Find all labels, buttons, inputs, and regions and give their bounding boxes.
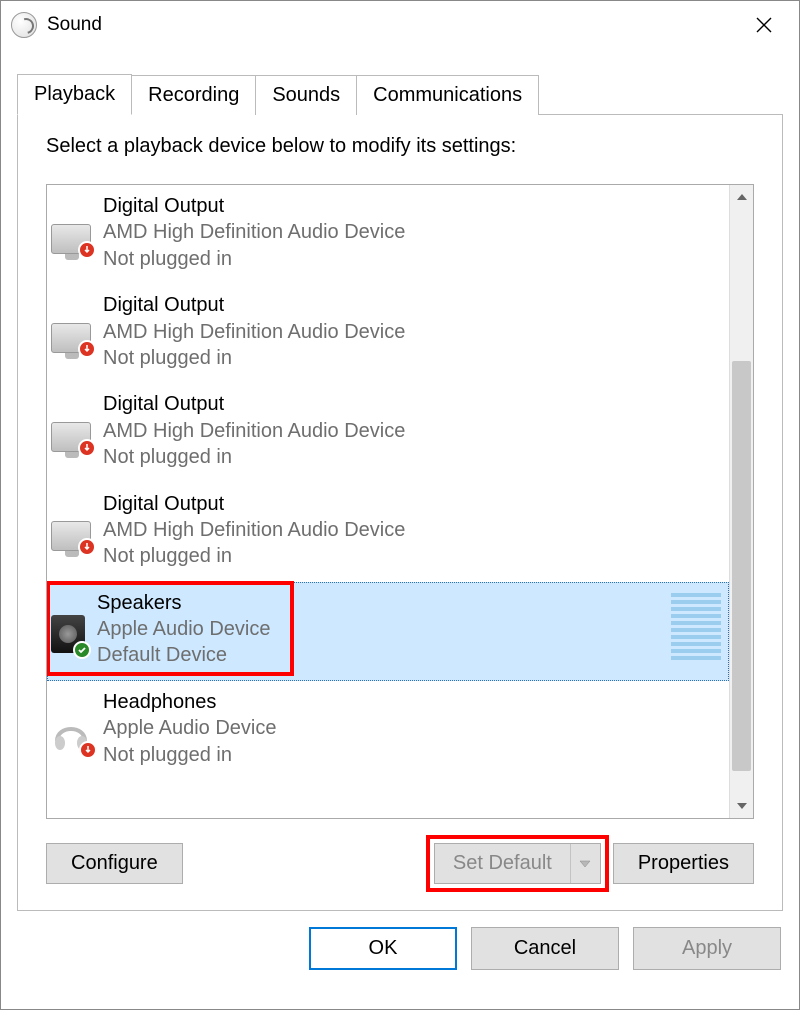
dropdown-arrow-icon[interactable] — [570, 844, 600, 883]
device-description: Apple Audio Device — [97, 616, 270, 642]
set-default-button[interactable]: Set Default — [434, 843, 601, 884]
monitor-icon — [51, 521, 91, 551]
sound-dialog: Sound Playback Recording Sounds Communic… — [0, 0, 800, 1010]
scrollbar-track[interactable] — [730, 209, 753, 794]
device-name: Headphones — [103, 689, 276, 715]
device-name: Digital Output — [103, 391, 405, 417]
speaker-icon — [51, 615, 85, 653]
unplugged-badge-icon — [79, 741, 97, 759]
list-item[interactable]: Digital Output AMD High Definition Audio… — [47, 483, 729, 582]
set-default-label: Set Default — [435, 844, 570, 883]
audio-level-meter — [671, 592, 721, 660]
list-item[interactable]: Digital Output AMD High Definition Audio… — [47, 185, 729, 284]
device-name: Digital Output — [103, 491, 405, 517]
list-item[interactable]: Digital Output AMD High Definition Audio… — [47, 383, 729, 482]
monitor-icon — [51, 323, 91, 353]
sound-app-icon — [11, 12, 37, 38]
device-name: Digital Output — [103, 193, 405, 219]
device-status: Not plugged in — [103, 543, 405, 569]
device-name: Digital Output — [103, 292, 405, 318]
unplugged-badge-icon — [78, 439, 96, 457]
device-status: Not plugged in — [103, 345, 405, 371]
default-badge-icon — [73, 641, 91, 659]
tab-panel-playback: Select a playback device below to modify… — [17, 114, 783, 911]
device-status: Not plugged in — [103, 742, 276, 768]
device-description: AMD High Definition Audio Device — [103, 517, 405, 543]
device-description: AMD High Definition Audio Device — [103, 319, 405, 345]
unplugged-badge-icon — [78, 340, 96, 358]
device-description: AMD High Definition Audio Device — [103, 418, 405, 444]
tab-recording[interactable]: Recording — [132, 75, 256, 115]
device-list[interactable]: Digital Output AMD High Definition Audio… — [47, 185, 729, 818]
unplugged-badge-icon — [78, 241, 96, 259]
configure-button[interactable]: Configure — [46, 843, 183, 884]
apply-button[interactable]: Apply — [633, 927, 781, 970]
scroll-up-arrow-icon[interactable] — [730, 185, 753, 209]
panel-button-row: Configure Set Default Properties — [46, 843, 754, 884]
titlebar: Sound — [1, 1, 799, 49]
close-icon — [755, 16, 773, 34]
monitor-icon — [51, 224, 91, 254]
window-title: Sound — [47, 14, 729, 36]
scrollbar[interactable] — [729, 185, 753, 818]
list-item[interactable]: Speakers Apple Audio Device Default Devi… — [47, 582, 729, 681]
tab-sounds[interactable]: Sounds — [256, 75, 357, 115]
tab-playback[interactable]: Playback — [17, 74, 132, 115]
monitor-icon — [51, 422, 91, 452]
tab-area: Playback Recording Sounds Communications… — [1, 49, 799, 911]
device-description: Apple Audio Device — [103, 715, 276, 741]
ok-button[interactable]: OK — [309, 927, 457, 970]
dialog-footer: OK Cancel Apply — [1, 911, 799, 990]
list-item[interactable]: Digital Output AMD High Definition Audio… — [47, 284, 729, 383]
list-item[interactable]: Headphones Apple Audio Device Not plugge… — [47, 681, 729, 780]
instruction-text: Select a playback device below to modify… — [46, 135, 754, 158]
close-button[interactable] — [739, 1, 789, 49]
device-list-container: Digital Output AMD High Definition Audio… — [46, 184, 754, 819]
unplugged-badge-icon — [78, 538, 96, 556]
device-status: Default Device — [97, 642, 270, 668]
device-description: AMD High Definition Audio Device — [103, 219, 405, 245]
scroll-down-arrow-icon[interactable] — [730, 794, 753, 818]
device-status: Not plugged in — [103, 246, 405, 272]
device-status: Not plugged in — [103, 444, 405, 470]
tabstrip: Playback Recording Sounds Communications — [17, 74, 783, 115]
tab-communications[interactable]: Communications — [357, 75, 539, 115]
cancel-button[interactable]: Cancel — [471, 927, 619, 970]
scrollbar-thumb[interactable] — [732, 361, 751, 771]
properties-button[interactable]: Properties — [613, 843, 754, 884]
device-name: Speakers — [97, 590, 270, 616]
headphones-icon — [51, 713, 91, 753]
